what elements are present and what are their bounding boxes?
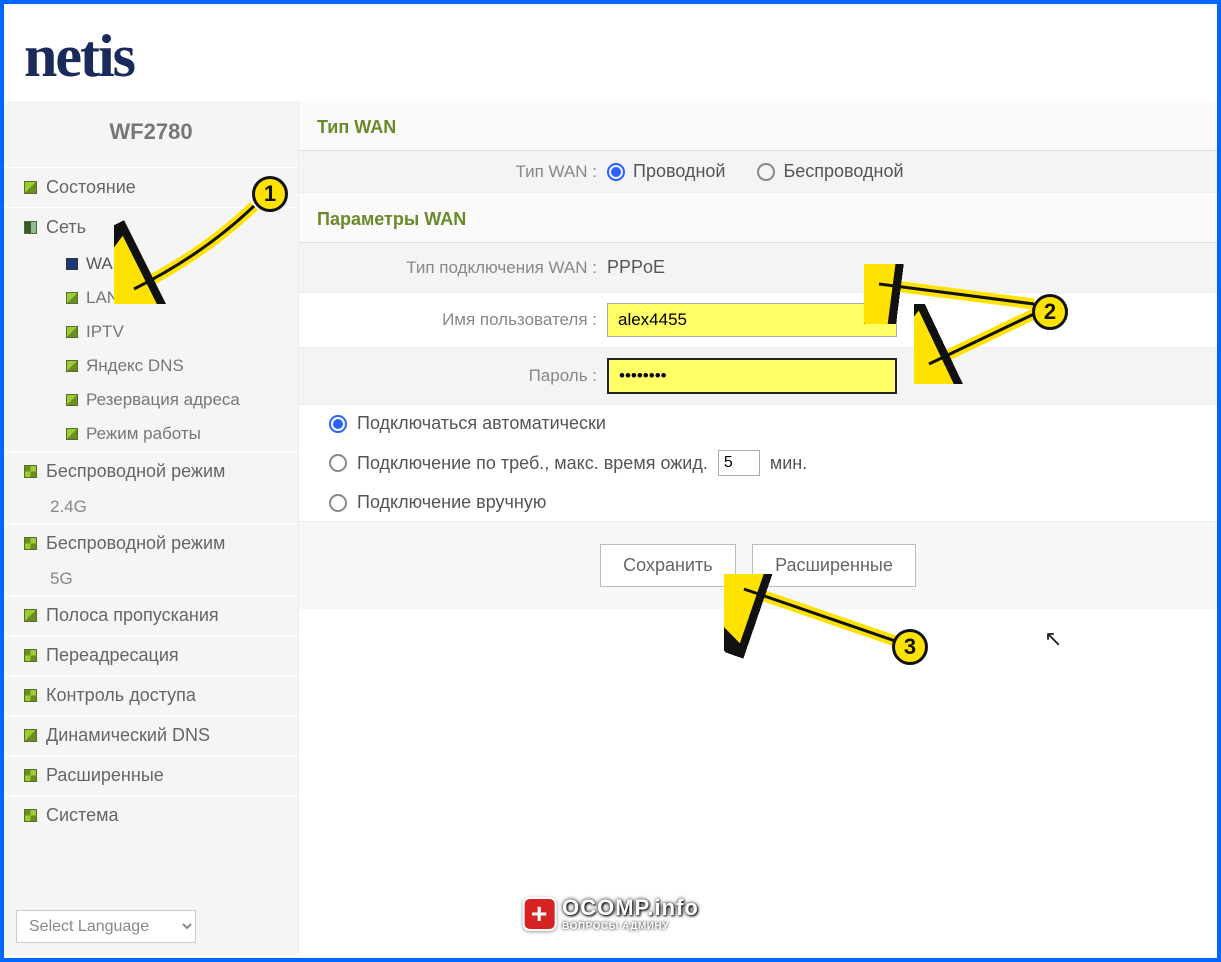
radio-auto-connect[interactable]: Подключаться автоматически bbox=[299, 405, 1217, 442]
label-conn-type: Тип подключения WAN : bbox=[317, 258, 607, 278]
radio-icon bbox=[757, 163, 775, 181]
radio-on-demand[interactable]: Подключение по треб., макс. время ожид. … bbox=[299, 442, 1217, 484]
device-model: WF2780 bbox=[4, 101, 298, 167]
main-content: Тип WAN Тип WAN : Проводной Беспроводной… bbox=[299, 101, 1217, 955]
sidebar-item-ddns[interactable]: Динамический DNS bbox=[4, 715, 298, 755]
radio-icon bbox=[329, 415, 347, 433]
logo: netis bbox=[24, 22, 1197, 91]
radio-icon bbox=[329, 494, 347, 512]
sidebar: WF2780 Состояние Сеть WAN LAN bbox=[4, 101, 299, 955]
watermark: + OCOMP.info ВОПРОСЫ АДМИНУ bbox=[522, 895, 699, 932]
radio-icon bbox=[329, 454, 347, 472]
cursor-icon: ↖ bbox=[1044, 626, 1062, 652]
header: netis bbox=[4, 4, 1217, 101]
sidebar-sub-label: LAN bbox=[86, 288, 119, 307]
sidebar-sub-label: Резервация адреса bbox=[86, 390, 240, 409]
square-icon bbox=[66, 360, 78, 372]
unit-label: мин. bbox=[770, 453, 807, 474]
sidebar-sub-24g[interactable]: 2.4G bbox=[4, 491, 298, 523]
annotation-badge-2: 2 bbox=[1032, 294, 1068, 330]
radio-wired[interactable]: Проводной bbox=[607, 161, 725, 182]
radio-manual-connect[interactable]: Подключение вручную bbox=[299, 484, 1217, 521]
sidebar-sub-label: WAN bbox=[86, 254, 125, 273]
square-icon bbox=[24, 649, 37, 662]
sidebar-sub-label: Режим работы bbox=[86, 424, 201, 443]
square-icon bbox=[24, 689, 37, 702]
sidebar-item-network[interactable]: Сеть bbox=[4, 207, 298, 247]
annotation-badge-3: 3 bbox=[892, 629, 928, 665]
label-username: Имя пользователя : bbox=[317, 310, 607, 330]
square-icon bbox=[66, 326, 78, 338]
sidebar-item-advanced[interactable]: Расширенные bbox=[4, 755, 298, 795]
plus-icon: + bbox=[522, 897, 556, 931]
sidebar-sub-iptv[interactable]: IPTV bbox=[4, 315, 298, 349]
sidebar-label: Беспроводной режим bbox=[46, 533, 225, 553]
sidebar-item-forwarding[interactable]: Переадресация bbox=[4, 635, 298, 675]
language-select[interactable]: Select Language bbox=[16, 910, 196, 943]
watermark-sub: ВОПРОСЫ АДМИНУ bbox=[562, 921, 699, 932]
label-password: Пароль : bbox=[317, 366, 607, 386]
radio-label: Проводной bbox=[633, 161, 725, 182]
square-icon bbox=[24, 809, 37, 822]
radio-label: Подключение вручную bbox=[357, 492, 546, 513]
sidebar-item-access-control[interactable]: Контроль доступа bbox=[4, 675, 298, 715]
sidebar-sub-address-reservation[interactable]: Резервация адреса bbox=[4, 383, 298, 417]
sidebar-label: Динамический DNS bbox=[46, 725, 210, 745]
sidebar-item-system[interactable]: Система bbox=[4, 795, 298, 835]
sidebar-label: Переадресация bbox=[46, 645, 179, 665]
annotation-badge-1: 1 bbox=[252, 176, 288, 212]
row-wan-type: Тип WAN : Проводной Беспроводной bbox=[299, 151, 1217, 193]
radio-wireless[interactable]: Беспроводной bbox=[757, 161, 903, 182]
username-input[interactable] bbox=[607, 303, 897, 337]
sidebar-sub-label: Яндекс DNS bbox=[86, 356, 184, 375]
conn-type-select[interactable]: PPPoE bbox=[607, 253, 665, 282]
row-username: Имя пользователя : bbox=[299, 293, 1217, 348]
section-wan-type: Тип WAN bbox=[299, 101, 1217, 151]
square-icon bbox=[66, 394, 78, 406]
square-icon bbox=[66, 292, 78, 304]
password-input[interactable] bbox=[607, 358, 897, 394]
sidebar-sub-label: IPTV bbox=[86, 322, 124, 341]
sidebar-label: Сеть bbox=[46, 217, 86, 237]
square-icon bbox=[24, 221, 37, 234]
idle-time-input[interactable] bbox=[718, 450, 760, 476]
advanced-button[interactable]: Расширенные bbox=[752, 544, 916, 587]
label-wan-type: Тип WAN : bbox=[317, 162, 607, 182]
square-icon bbox=[66, 258, 78, 270]
square-icon bbox=[24, 465, 37, 478]
radio-icon bbox=[607, 163, 625, 181]
sidebar-sub-wan[interactable]: WAN bbox=[4, 247, 298, 281]
square-icon bbox=[24, 609, 37, 622]
sidebar-label: Расширенные bbox=[46, 765, 164, 785]
row-conn-type: Тип подключения WAN : PPPoE bbox=[299, 243, 1217, 293]
watermark-main: OCOMP.info bbox=[562, 895, 699, 921]
square-icon bbox=[24, 769, 37, 782]
sidebar-label: Беспроводной режим bbox=[46, 461, 225, 481]
square-icon bbox=[24, 181, 37, 194]
sidebar-item-wireless-5[interactable]: Беспроводной режим bbox=[4, 523, 298, 563]
sidebar-sub-yandex-dns[interactable]: Яндекс DNS bbox=[4, 349, 298, 383]
radio-label: Подключение по треб., макс. время ожид. bbox=[357, 453, 708, 474]
section-wan-params: Параметры WAN bbox=[299, 193, 1217, 243]
sidebar-label: Контроль доступа bbox=[46, 685, 196, 705]
sidebar-sub-lan[interactable]: LAN bbox=[4, 281, 298, 315]
sidebar-menu: Состояние Сеть WAN LAN IPTV bbox=[4, 167, 298, 902]
sidebar-sub-op-mode[interactable]: Режим работы bbox=[4, 417, 298, 451]
sidebar-label: Система bbox=[46, 805, 119, 825]
save-button[interactable]: Сохранить bbox=[600, 544, 735, 587]
sidebar-item-bandwidth[interactable]: Полоса пропускания bbox=[4, 595, 298, 635]
square-icon bbox=[24, 537, 37, 550]
button-row: Сохранить Расширенные bbox=[299, 521, 1217, 609]
row-password: Пароль : bbox=[299, 348, 1217, 405]
sidebar-label: Состояние bbox=[46, 177, 136, 197]
sidebar-sub-5g[interactable]: 5G bbox=[4, 563, 298, 595]
sidebar-item-wireless-24[interactable]: Беспроводной режим bbox=[4, 451, 298, 491]
radio-label: Подключаться автоматически bbox=[357, 413, 606, 434]
sidebar-label: Полоса пропускания bbox=[46, 605, 219, 625]
square-icon bbox=[66, 428, 78, 440]
radio-label: Беспроводной bbox=[783, 161, 903, 182]
square-icon bbox=[24, 729, 37, 742]
